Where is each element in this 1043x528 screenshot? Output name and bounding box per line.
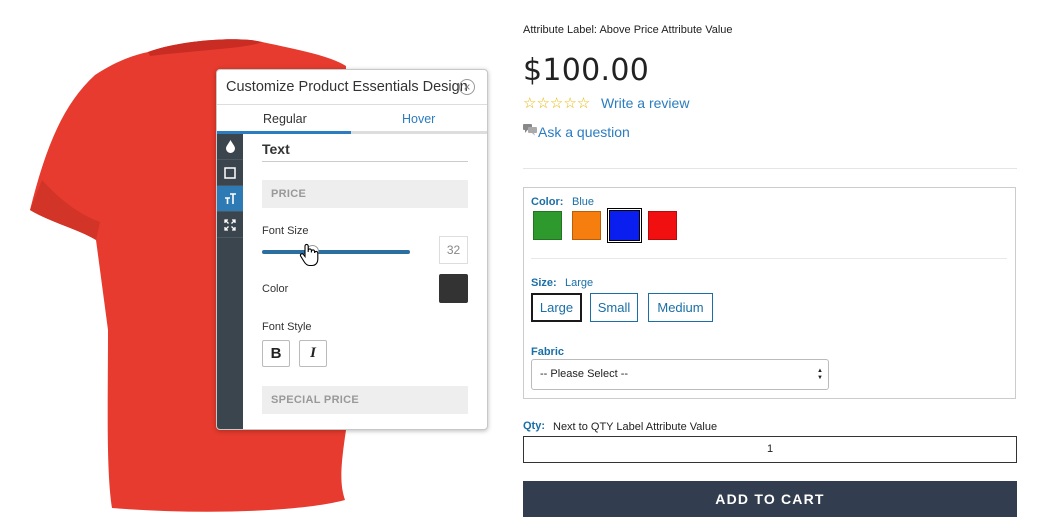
chat-bubbles-icon — [523, 124, 537, 136]
add-to-cart-button[interactable]: ADD TO CART — [523, 481, 1017, 517]
size-button-large[interactable]: Large — [531, 293, 582, 322]
product-price: $100.00 — [523, 53, 650, 88]
section-title: Text — [262, 141, 290, 157]
font-size-label: Font Size — [262, 225, 309, 237]
special-price-field[interactable]: SPECIAL PRICE — [262, 386, 468, 414]
attribute-label-top: Attribute Label: Above Price Attribute V… — [523, 24, 733, 36]
qty-input[interactable]: 1 — [523, 436, 1017, 463]
font-size-slider[interactable] — [262, 250, 410, 254]
customizer-title: Customize Product Essentials Design — [226, 79, 468, 95]
divider — [531, 258, 1007, 259]
divider — [523, 168, 1017, 169]
color-swatch-green[interactable] — [533, 211, 562, 240]
hand-cursor-icon — [299, 243, 319, 267]
customizer-panel: Customize Product Essentials Design × Re… — [216, 69, 488, 430]
write-review-link[interactable]: Write a review — [601, 95, 689, 111]
color-swatch[interactable] — [439, 274, 468, 303]
fabric-label: Fabric — [531, 346, 565, 358]
italic-button[interactable]: I — [299, 340, 327, 367]
tab-hover[interactable]: Hover — [402, 112, 435, 126]
color-option-value: Blue — [572, 196, 595, 208]
bold-button[interactable]: B — [262, 340, 290, 367]
expand-icon[interactable] — [217, 212, 243, 238]
size-option-value: Large — [565, 277, 594, 289]
select-arrows-icon: ▲ ▼ — [817, 368, 823, 381]
color-option-label: Color: — [531, 196, 564, 208]
fabric-select[interactable]: -- Please Select -- ▲ ▼ — [531, 359, 829, 390]
square-icon[interactable] — [217, 160, 243, 186]
divider — [217, 104, 487, 105]
font-style-label: Font Style — [262, 321, 312, 333]
customizer-sidebar — [217, 134, 243, 429]
rating-stars-icon[interactable]: ☆☆☆☆☆ — [523, 94, 590, 112]
color-swatch-orange[interactable] — [572, 211, 601, 240]
qty-label: Qty: — [523, 420, 545, 432]
color-swatch-blue[interactable] — [609, 210, 640, 241]
color-label: Color — [262, 283, 289, 295]
size-button-small[interactable]: Small — [590, 293, 638, 322]
price-field[interactable]: PRICE — [262, 180, 468, 208]
drop-icon[interactable] — [217, 134, 243, 160]
tab-regular[interactable]: Regular — [263, 112, 307, 126]
font-size-value[interactable]: 32 — [439, 236, 468, 264]
size-button-medium[interactable]: Medium — [648, 293, 713, 322]
close-icon[interactable]: × — [459, 79, 475, 95]
text-size-icon[interactable] — [217, 186, 243, 212]
color-swatch-red[interactable] — [648, 211, 677, 240]
qty-attribute-note: Next to QTY Label Attribute Value — [553, 421, 718, 433]
divider — [262, 161, 468, 162]
fabric-select-value: -- Please Select -- — [540, 368, 629, 380]
ask-question-link[interactable]: Ask a question — [538, 124, 630, 140]
size-option-label: Size: — [531, 277, 557, 289]
